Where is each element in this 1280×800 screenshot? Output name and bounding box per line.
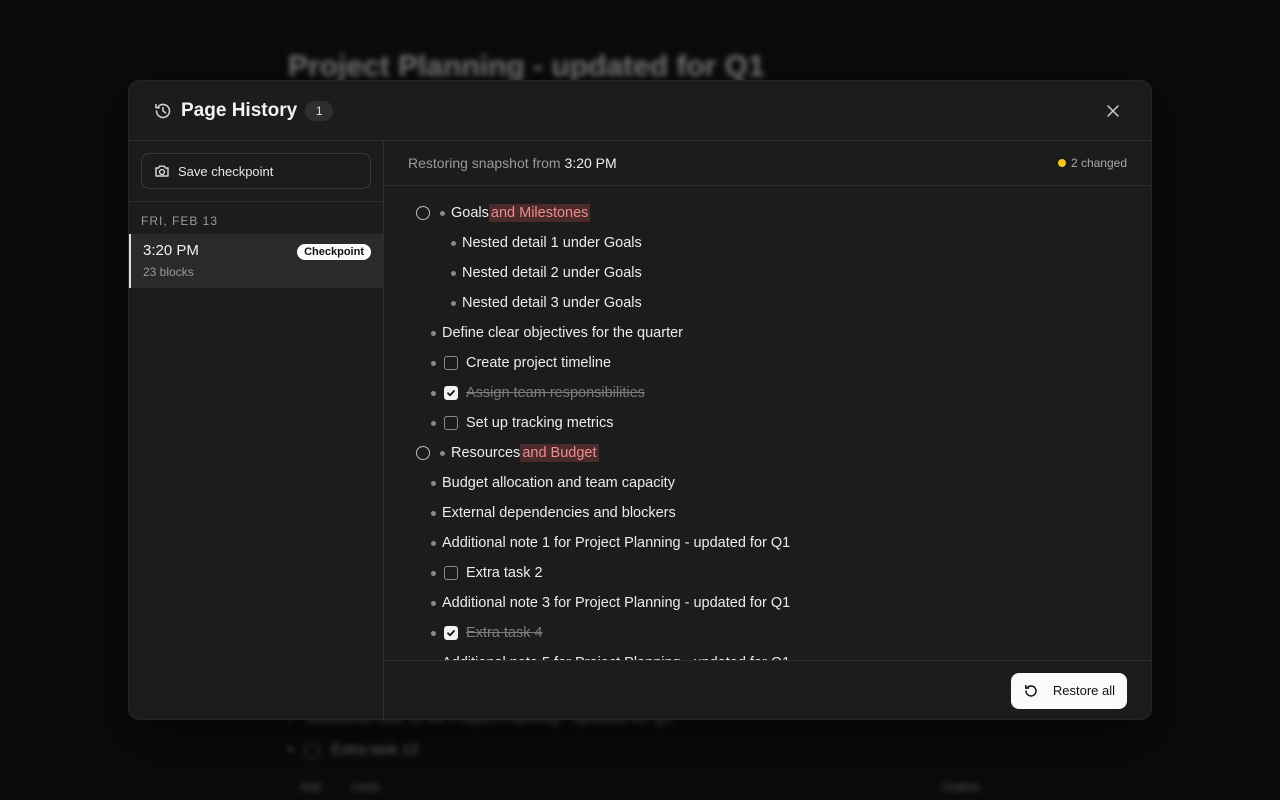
checkbox — [444, 416, 458, 430]
history-icon — [153, 101, 173, 121]
checkmark-icon — [447, 390, 455, 397]
bullet-dot — [431, 570, 436, 576]
block-text: Create project timeline — [466, 355, 612, 371]
block-text: Assign team responsibilities — [466, 385, 645, 401]
changed-label: 2 changed — [1070, 156, 1127, 170]
bullet-dot — [431, 330, 436, 336]
changed-dot — [1057, 159, 1066, 167]
bullet-block: Define clear objectives for the quarter — [384, 318, 1151, 348]
added-text-highlight: and Budget — [520, 444, 599, 462]
background-add: Add — [300, 780, 322, 794]
checked-checkbox — [444, 626, 458, 640]
background-undo: Undo — [351, 780, 381, 794]
bullet-block: Additional note 3 for Project Planning -… — [384, 588, 1151, 618]
bullet-block: External dependencies and blockers — [384, 498, 1151, 528]
bullet-dot — [431, 630, 436, 636]
save-checkpoint-label: Save checkpoint — [178, 163, 274, 179]
bullet-dot — [451, 270, 456, 276]
restore-all-button[interactable]: Restore all — [1010, 672, 1127, 709]
close-icon — [1107, 104, 1119, 117]
camera-icon — [155, 165, 169, 177]
restore-all-label: Restore all — [1052, 683, 1115, 698]
block-text: External dependencies and blockers — [442, 505, 676, 521]
modal-body: Save checkpoint FRI, FEB 13 3:20 PM 23 b… — [129, 141, 1151, 719]
checkpoint-badge: Checkpoint — [297, 244, 371, 260]
snapshot-block-count: 23 blocks — [143, 265, 194, 279]
block-text: Set up tracking metrics — [466, 415, 614, 431]
bullet-dot — [451, 300, 456, 306]
bullet-dot — [431, 600, 436, 606]
bullet-block: Budget allocation and team capacity — [384, 468, 1151, 498]
bullet-dot — [431, 480, 436, 486]
block-text: Extra task 2 — [466, 565, 543, 581]
restoring-prefix: Restoring snapshot from — [408, 155, 561, 171]
checkmark-icon — [447, 630, 455, 637]
bullet-dot — [440, 450, 445, 456]
restore-block-radio[interactable] — [416, 206, 430, 220]
changed-indicator: 2 changed — [1057, 156, 1127, 170]
added-text-highlight: and Milestones — [488, 204, 591, 222]
close-button[interactable] — [1099, 97, 1127, 125]
bullet-dot — [431, 540, 436, 546]
bullet-dot — [440, 210, 445, 216]
checkbox-icon — [305, 742, 319, 757]
bullet-dot — [288, 747, 293, 752]
checked-checkbox — [444, 386, 458, 400]
bullet-block: Resources and Budget — [384, 438, 1151, 468]
bullet-dot — [451, 240, 456, 246]
block-text: Nested detail 2 under Goals — [462, 265, 642, 281]
background-outline: Outline — [941, 780, 980, 794]
block-text: Extra task 4 — [466, 625, 543, 641]
block-text: Additional note 5 for Project Planning -… — [442, 655, 790, 660]
todo-block: Assign team responsibilities — [384, 378, 1151, 408]
bullet-block: Nested detail 1 under Goals — [384, 228, 1151, 258]
bullet-dot — [431, 420, 436, 426]
restore-block-radio[interactable] — [416, 446, 430, 460]
page-history-modal: Page History 1 Save checkpoint FRI, FEB … — [128, 80, 1152, 720]
block-text: Budget allocation and team capacity — [442, 475, 675, 491]
block-text: Goals — [451, 205, 489, 221]
checkbox — [444, 566, 458, 580]
bullet-block: Goals and Milestones — [384, 198, 1151, 228]
bullet-dot — [431, 360, 436, 366]
bullet-block: Nested detail 2 under Goals — [384, 258, 1151, 288]
snapshot-preview: Restoring snapshot from 3:20 PM 2 change… — [384, 141, 1151, 719]
block-text: Additional note 3 for Project Planning -… — [442, 595, 791, 611]
background-page-title: Project Planning - updated for Q1 — [288, 50, 765, 83]
snapshot-content[interactable]: Goals and Milestones Nested detail 1 unde… — [384, 186, 1151, 660]
block-text: Nested detail 1 under Goals — [462, 235, 642, 251]
checkbox — [444, 356, 458, 370]
bullet-block: Additional note 1 for Project Planning -… — [384, 528, 1151, 558]
restore-icon — [1024, 684, 1037, 697]
bullet-block: Additional note 5 for Project Planning -… — [384, 648, 1151, 660]
todo-block: Create project timeline — [384, 348, 1151, 378]
preview-footer: Restore all — [384, 660, 1151, 719]
block-text: Additional note 1 for Project Planning -… — [442, 535, 791, 551]
block-text: Resources — [451, 445, 521, 461]
background-row-text: Extra task 12 — [331, 741, 419, 758]
preview-header: Restoring snapshot from 3:20 PM 2 change… — [384, 141, 1151, 186]
modal-title: Page History — [181, 99, 298, 121]
restoring-time: 3:20 PM — [564, 155, 617, 171]
history-sidebar: Save checkpoint FRI, FEB 13 3:20 PM 23 b… — [129, 141, 384, 719]
block-text: Define clear objectives for the quarter — [442, 325, 683, 341]
history-count-badge: 1 — [305, 100, 334, 121]
bullet-dot — [431, 510, 436, 516]
date-label: FRI, FEB 13 — [141, 214, 219, 228]
modal-header: Page History 1 — [129, 81, 1151, 141]
background-row: Extra task 12 — [288, 741, 419, 758]
save-checkpoint-button[interactable]: Save checkpoint — [141, 153, 371, 189]
background-footer: Add Undo Outline — [300, 780, 980, 794]
todo-block: Set up tracking metrics — [384, 408, 1151, 438]
snapshot-item[interactable]: 3:20 PM 23 blocks Checkpoint — [129, 234, 383, 288]
todo-block: Extra task 2 — [384, 558, 1151, 588]
todo-block: Extra task 4 — [384, 618, 1151, 648]
bullet-block: Nested detail 3 under Goals — [384, 288, 1151, 318]
block-text: Nested detail 3 under Goals — [462, 295, 642, 311]
bullet-dot — [431, 390, 436, 396]
